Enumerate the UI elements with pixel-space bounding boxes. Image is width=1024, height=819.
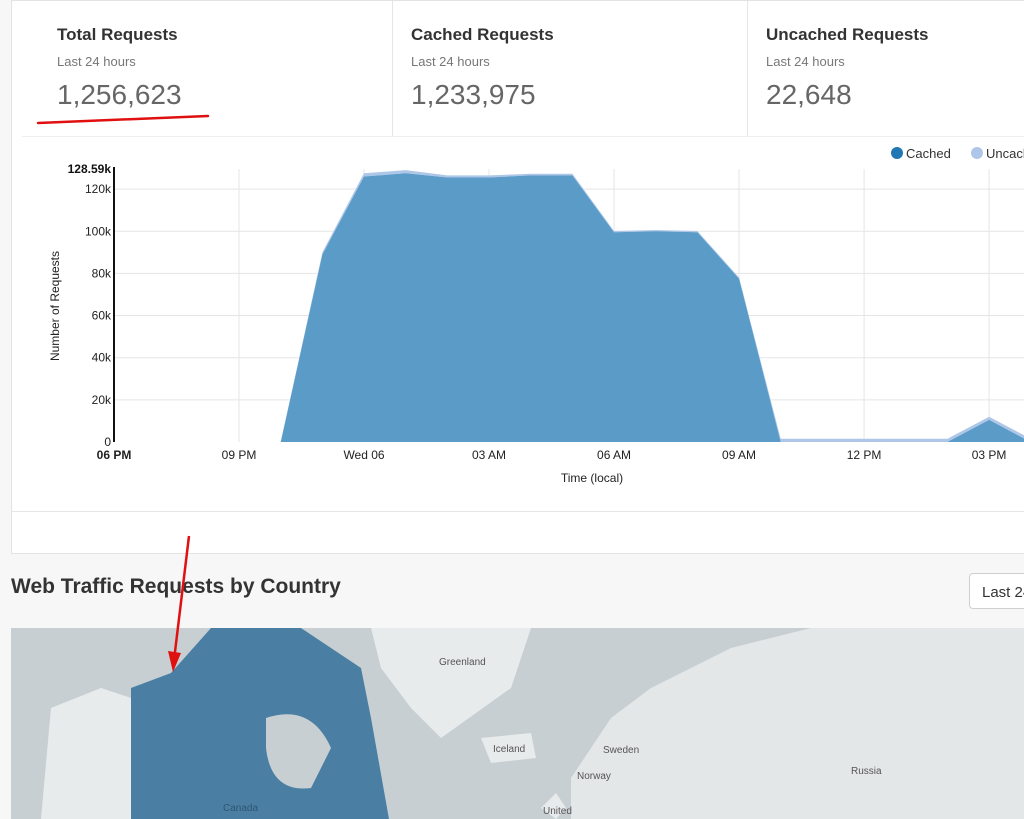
card-divider [12, 511, 1024, 512]
stat-title: Uncached Requests [766, 25, 929, 44]
y-tick-label: 100k [85, 224, 112, 238]
y-axis-title: Number of Requests [48, 251, 62, 361]
chart-areas [114, 170, 1024, 442]
label-united: United [543, 806, 572, 817]
label-iceland: Iceland [493, 744, 525, 755]
requests-area-chart: 0 20k 40k 60k 80k 100k 120k 128.59k 06 PM 09 PM We… [48, 146, 1024, 485]
x-tick-label: 03 AM [472, 448, 506, 462]
legend-swatch [971, 147, 983, 159]
stat-total-requests: Total Requests Last 24 hours 1,256,623 [22, 1, 392, 136]
label-sweden: Sweden [603, 745, 639, 756]
y-tick-label: 120k [85, 182, 112, 196]
x-tick-label: 09 AM [722, 448, 756, 462]
label-norway: Norway [577, 771, 611, 782]
requests-card: Total Requests Last 24 hours 1,256,623 C… [11, 0, 1024, 554]
x-tick-label: 06 AM [597, 448, 631, 462]
y-tick-label: 40k [92, 351, 112, 365]
alaska-shape [41, 688, 131, 819]
chart-legend[interactable]: Cached Uncached [891, 146, 1024, 161]
stats-row: Total Requests Last 24 hours 1,256,623 C… [22, 1, 1024, 137]
x-tick-label: 12 PM [847, 448, 882, 462]
x-tick-label: 09 PM [222, 448, 257, 462]
stat-title: Cached Requests [411, 25, 554, 44]
stat-title: Total Requests [57, 25, 178, 44]
time-range-select[interactable]: Last 24 hours [969, 573, 1024, 609]
stat-cached-requests: Cached Requests Last 24 hours 1,233,975 [392, 1, 748, 136]
legend-label: Uncached [986, 146, 1024, 161]
y-tick-label: 20k [92, 393, 112, 407]
legend-label: Cached [906, 146, 951, 161]
stat-subtitle: Last 24 hours [57, 54, 136, 69]
stat-value: 1,233,975 [411, 79, 536, 110]
cached-area [114, 173, 1024, 442]
label-russia: Russia [851, 766, 882, 777]
label-canada: Canada [223, 803, 258, 814]
world-map[interactable]: Greenland Iceland Sweden Norway Russia C… [11, 628, 1024, 819]
x-tick-label: Wed 06 [343, 448, 384, 462]
stat-value: 22,648 [766, 79, 852, 110]
y-max-label: 128.59k [68, 162, 112, 176]
y-tick-label: 80k [92, 266, 112, 280]
y-tick-label: 60k [92, 309, 112, 323]
stat-subtitle: Last 24 hours [411, 54, 490, 69]
x-axis-title: Time (local) [561, 471, 623, 485]
stat-subtitle: Last 24 hours [766, 54, 845, 69]
label-greenland: Greenland [439, 657, 486, 668]
x-tick-label: 03 PM [972, 448, 1007, 462]
stat-value: 1,256,623 [57, 79, 182, 110]
x-tick-label: 06 PM [97, 448, 132, 462]
y-tick-label: 0 [104, 435, 111, 449]
map-section-title: Web Traffic Requests by Country [11, 575, 341, 598]
legend-swatch [891, 147, 903, 159]
stat-uncached-requests: Uncached Requests Last 24 hours 22,648 [747, 1, 1024, 136]
